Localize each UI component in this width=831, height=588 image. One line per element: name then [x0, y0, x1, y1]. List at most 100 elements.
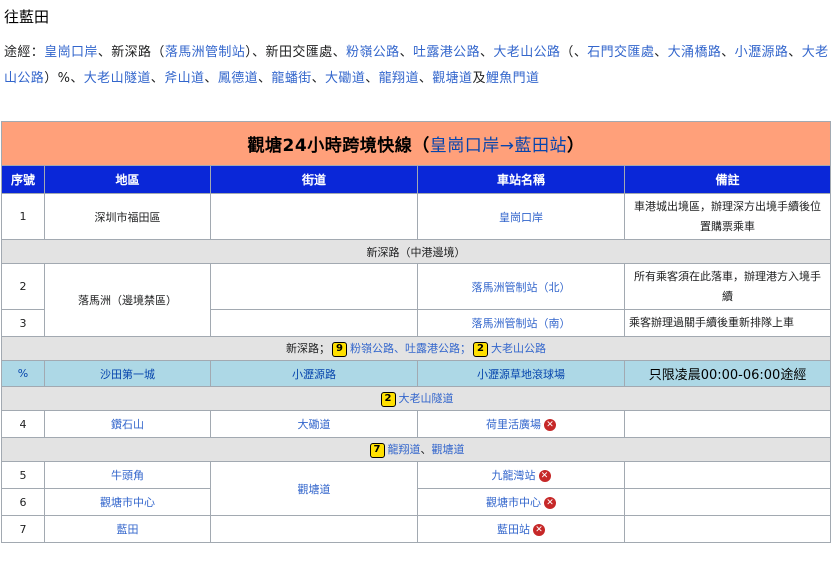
- district-link[interactable]: 觀塘市中心: [44, 488, 211, 516]
- via-separator-text: 新深路: [111, 45, 152, 60]
- note-cell: [623, 410, 831, 438]
- table-title-route-link[interactable]: 皇崗口岸→藍田站: [430, 136, 567, 156]
- street-link[interactable]: 觀塘道: [210, 461, 418, 516]
- via-separator-text: 及: [472, 71, 486, 86]
- separator-mid: 、: [420, 443, 432, 457]
- district-cell: 落馬洲（邊境禁區）: [44, 263, 211, 337]
- via-road-link[interactable]: 皇崗口岸: [44, 45, 98, 60]
- via-separator-text: （: [151, 45, 165, 60]
- via-road-link[interactable]: 吐露港公路: [413, 45, 480, 60]
- header-stop: 車站名稱: [417, 165, 625, 194]
- separator-roads: 新深路； 9 粉嶺公路、吐露港公路； 2 大老山公路: [0, 336, 831, 361]
- via-separator-text: （、: [560, 45, 588, 60]
- separator-road-link[interactable]: 觀塘道: [432, 443, 465, 456]
- via-road-link[interactable]: 龍翔道: [379, 71, 419, 86]
- via-road-link[interactable]: 大老山公路: [493, 45, 560, 60]
- stop-number: %: [1, 360, 45, 387]
- header-district: 地區: [44, 165, 211, 194]
- separator-road-link[interactable]: 龍翔道: [388, 443, 421, 456]
- separator-row: 新深路； 9 粉嶺公路、吐露港公路； 2 大老山公路: [0, 336, 831, 361]
- via-separator-text: 、: [258, 71, 272, 86]
- note-cell: 所有乘客須在此落車，辦理港方入境手續: [623, 263, 831, 310]
- table-title-row: 觀塘24小時跨境快線（皇崗口岸→藍田站）: [0, 121, 831, 166]
- header-street: 街道: [210, 165, 418, 194]
- via-road-link[interactable]: 粉嶺公路: [346, 45, 400, 60]
- street-cell: [210, 309, 418, 337]
- via-road-link[interactable]: 落馬洲管制站: [165, 45, 245, 60]
- separator-roads: 7 龍翔道、觀塘道: [0, 437, 831, 462]
- via-label: 途經：: [4, 45, 45, 60]
- stop-cell: 荷里活廣場 ✕: [417, 410, 625, 438]
- via-separator-text: 、: [311, 71, 326, 86]
- via-road-link[interactable]: 大老山隧道: [84, 71, 151, 86]
- district-cell: 深圳市福田區: [44, 193, 211, 240]
- street-cell: [210, 515, 418, 543]
- separator-road-link[interactable]: 粉嶺公路、吐露港公路；: [350, 342, 471, 355]
- district-link[interactable]: 藍田: [44, 515, 211, 543]
- via-separator-text: ）: [44, 71, 58, 86]
- stop-number: 1: [1, 193, 45, 240]
- stop-number: 5: [1, 461, 45, 489]
- stop-name-link[interactable]: 落馬洲管制站（南）: [417, 309, 625, 337]
- route-badge-icon: 7: [369, 442, 385, 458]
- via-road-link[interactable]: 觀塘道: [432, 71, 472, 86]
- street-link[interactable]: 小瀝源路: [210, 360, 418, 387]
- via-separator-text: 、: [365, 71, 379, 86]
- stop-name-link[interactable]: 九龍灣站: [492, 469, 536, 482]
- via-separator-text: 、: [332, 45, 346, 60]
- stop-number: 3: [1, 309, 45, 337]
- note-cell: 乘客辦理過關手續後重新排隊上車: [623, 309, 831, 337]
- district-link[interactable]: 鑽石山: [44, 410, 211, 438]
- stop-number: 2: [1, 263, 45, 310]
- header-num: 序號: [1, 165, 45, 194]
- closed-icon: ✕: [544, 497, 556, 509]
- via-road-link[interactable]: 大涌橋路: [668, 45, 722, 60]
- district-link[interactable]: 牛頭角: [44, 461, 211, 489]
- separator-road-link[interactable]: 大老山隧道: [399, 392, 454, 405]
- via-separator-text: ）、: [245, 45, 266, 60]
- via-separator-text: 、: [97, 45, 112, 60]
- via-separator-text: 、: [150, 71, 165, 86]
- via-road-link[interactable]: 斧山道: [164, 71, 204, 86]
- note-cell: [623, 515, 831, 543]
- via-road-link[interactable]: 石門交匯處: [587, 45, 654, 60]
- stop-name-link[interactable]: 落馬洲管制站（北）: [417, 263, 625, 310]
- table-title-suffix: ）: [566, 136, 585, 156]
- stop-name-link[interactable]: 荷里活廣場: [486, 418, 541, 431]
- table-row: 1 深圳市福田區 皇崗口岸 車港城出境區，辦理深方出境手續後位置購票乘車: [1, 193, 831, 240]
- stop-name-link[interactable]: 皇崗口岸: [417, 193, 625, 240]
- via-parts: 皇崗口岸、新深路（落馬洲管制站）、新田交匯處、粉嶺公路、吐露港公路、大老山公路（…: [4, 45, 829, 86]
- table-row-highlight: % 沙田第一城 小瀝源路 小瀝源草地滾球場 只限凌晨00:00-06:00途經: [1, 360, 831, 387]
- stop-name-link[interactable]: 小瀝源草地滾球場: [417, 360, 625, 387]
- stop-cell: 藍田站 ✕: [417, 515, 625, 543]
- closed-icon: ✕: [538, 470, 551, 482]
- separator-road-link[interactable]: 大老山公路: [491, 342, 546, 355]
- closed-icon: ✕: [533, 524, 545, 536]
- route-badge-icon: 2: [473, 341, 489, 357]
- table-title: 觀塘24小時跨境快線（皇崗口岸→藍田站）: [0, 121, 831, 166]
- table-header-row: 序號 地區 街道 車站名稱 備註: [1, 165, 831, 194]
- via-road-link[interactable]: 鳳德道: [218, 71, 258, 86]
- stop-number: 6: [1, 488, 45, 516]
- route-table: 觀塘24小時跨境快線（皇崗口岸→藍田站） 序號 地區 街道 車站名稱 備註 1 …: [0, 121, 831, 543]
- street-cell: [210, 193, 418, 240]
- via-road-link[interactable]: 小瀝源路: [735, 45, 789, 60]
- via-road-link[interactable]: 大磡道: [325, 71, 365, 86]
- closed-icon: ✕: [544, 419, 556, 431]
- note-cell: 只限凌晨00:00-06:00途經: [623, 360, 831, 387]
- street-link[interactable]: 大磡道: [210, 410, 418, 438]
- stop-name-link[interactable]: 藍田站: [497, 523, 530, 536]
- via-road-link[interactable]: 鯉魚門道: [486, 71, 540, 86]
- district-link[interactable]: 沙田第一城: [44, 360, 211, 387]
- note-cell: 車港城出境區，辦理深方出境手續後位置購票乘車: [623, 193, 831, 240]
- via-separator-text: 、: [399, 45, 413, 60]
- note-cell: [623, 488, 831, 516]
- via-road-link[interactable]: 龍蟠街: [271, 71, 311, 86]
- separator-pre: 新深路；: [286, 342, 331, 356]
- table-row: 2 落馬洲（邊境禁區） 落馬洲管制站（北） 所有乘客須在此落車，辦理港方入境手續: [1, 263, 831, 337]
- separator-roads: 2 大老山隧道: [0, 386, 831, 411]
- via-separator-text: 、: [480, 45, 494, 60]
- table-row: 7 藍田 藍田站 ✕: [1, 515, 831, 543]
- stop-name-link[interactable]: 觀塘市中心: [486, 496, 541, 509]
- separator-text: 新深路（中港邊境）: [0, 239, 831, 264]
